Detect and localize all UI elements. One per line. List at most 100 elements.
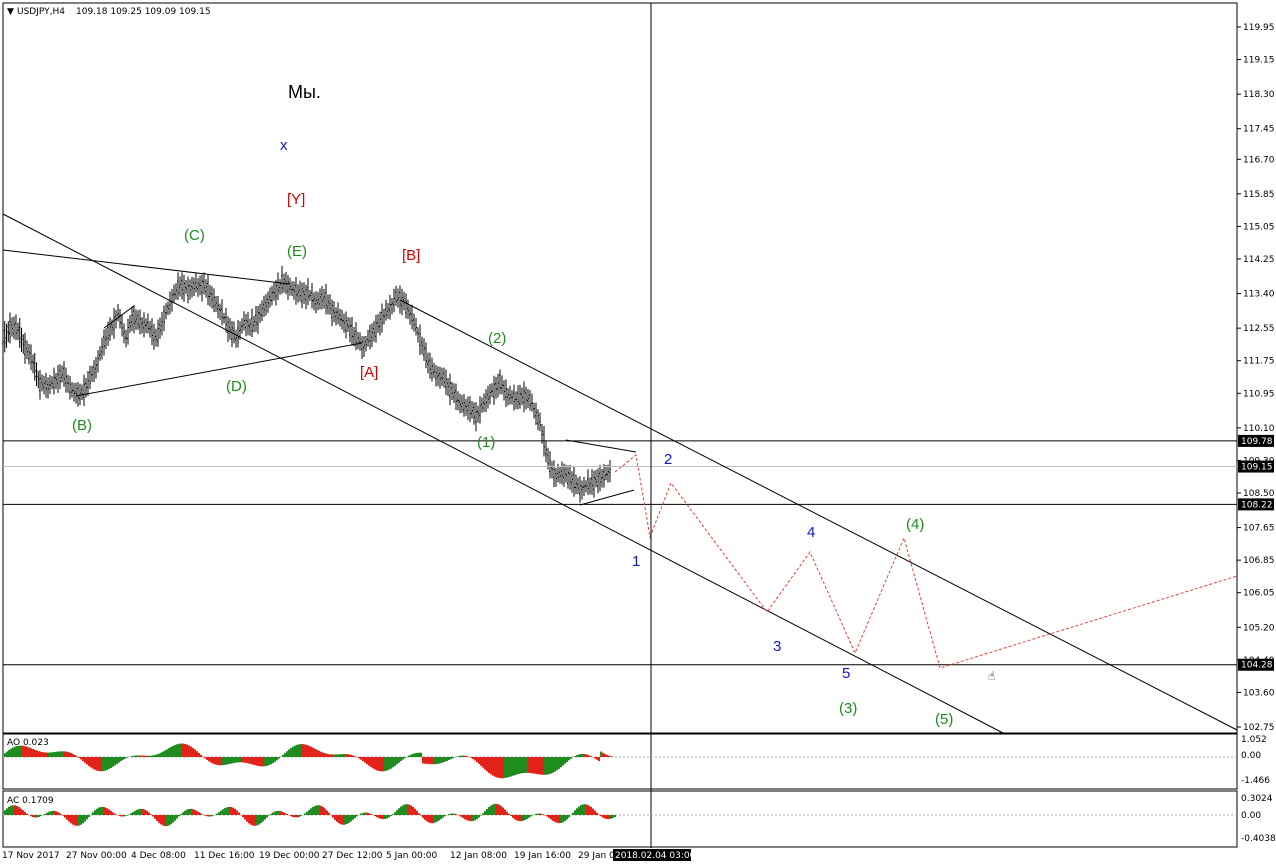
ao-bar — [170, 747, 172, 757]
ao-bar — [180, 743, 182, 757]
ao-bar — [178, 743, 180, 757]
price-tick-label: 113.40 — [1243, 290, 1275, 300]
wave-label: (B) — [72, 417, 92, 434]
ac-bar — [274, 811, 276, 815]
ao-bar — [344, 754, 346, 757]
ac-bar — [266, 815, 268, 818]
ao-bar — [494, 757, 496, 777]
ao-bar — [116, 757, 118, 764]
ac-bar — [172, 815, 174, 823]
ac-bar — [430, 815, 432, 824]
ac-bar — [132, 812, 134, 815]
time-label: 27 Nov 00:00 — [66, 851, 127, 861]
ac-bar — [378, 815, 380, 819]
ao-bar — [552, 757, 554, 773]
ao-bar — [14, 746, 16, 757]
ac-bar — [324, 808, 326, 815]
ao-bar — [510, 757, 512, 777]
ao-bar — [228, 757, 230, 765]
ac-bar — [360, 813, 362, 815]
ao-bar — [176, 744, 178, 757]
ao-bar — [230, 757, 232, 764]
ac-bar — [536, 813, 538, 815]
ac-bar — [564, 815, 566, 822]
ao-bar — [238, 757, 240, 763]
ac-bar — [194, 809, 196, 815]
ao-bar — [478, 757, 480, 764]
ac-bar — [254, 815, 256, 826]
ac-bar — [340, 815, 342, 825]
ao-bar — [594, 757, 596, 759]
ac-bar — [326, 810, 328, 815]
ao-bar — [204, 757, 206, 759]
ao-bar — [476, 757, 478, 763]
ac-bar — [122, 815, 124, 817]
ao-bar — [580, 753, 582, 757]
ac-bar — [408, 804, 410, 815]
ac-bar — [212, 815, 214, 816]
ao-bar — [508, 757, 510, 778]
ac-bar — [606, 815, 608, 820]
ac-bar — [384, 815, 386, 820]
ao-bar — [316, 749, 318, 757]
ao-bar — [302, 744, 304, 757]
ao-bar — [104, 757, 106, 771]
ac-bar — [610, 815, 612, 819]
ao-bar — [430, 757, 432, 765]
ao-bar — [392, 757, 394, 768]
price-chart[interactable]: Мы. x [Y] (C) (E) [B] (2) [A] (D) (B) (1) 2 1 4 (4) 3 5 (… — [0, 0, 1276, 866]
chart-symbol-menu-icon[interactable]: ▼ — [7, 7, 14, 17]
price-tag-label: 109.78 — [1241, 437, 1273, 447]
ac-bar — [426, 815, 428, 822]
ao-bar — [332, 754, 334, 757]
ac-bar — [48, 811, 50, 815]
ac-bar — [192, 809, 194, 815]
ac-bar — [222, 809, 224, 815]
wave-label: x — [280, 137, 288, 154]
ac-bar — [40, 815, 42, 817]
ao-bar — [194, 749, 196, 757]
ao-bar — [482, 757, 484, 768]
ac-bar — [382, 815, 384, 820]
ac-bar — [234, 808, 236, 815]
ac-bar — [46, 812, 48, 815]
ac-bar — [252, 815, 254, 826]
ao-bar — [448, 757, 450, 761]
ac-bar — [182, 812, 184, 815]
ao-bar — [574, 756, 576, 757]
ac-bar — [348, 815, 350, 823]
ac-bar — [300, 815, 302, 817]
ao-bar — [578, 754, 580, 757]
ao-bar — [464, 755, 466, 757]
ac-bar — [4, 810, 6, 815]
ao-bar — [196, 751, 198, 757]
ac-bar — [482, 813, 484, 815]
ao-bar — [526, 757, 528, 773]
ao-bar — [234, 757, 236, 763]
ac-bar — [404, 804, 406, 815]
ac-bar — [188, 808, 190, 815]
ao-bar — [404, 757, 406, 759]
ac-bar — [310, 808, 312, 815]
ac-bar — [170, 815, 172, 825]
ao-bar — [426, 757, 428, 764]
ac-bar — [36, 815, 38, 818]
ac-bar — [472, 815, 474, 822]
ac-bar — [332, 815, 334, 818]
ao-bar — [64, 751, 66, 757]
ac-bar — [508, 813, 510, 815]
wave-label: (3) — [839, 700, 857, 717]
ac-bar — [24, 811, 26, 815]
ac-bar — [492, 804, 494, 815]
ac-bar — [604, 815, 606, 819]
ao-bar — [434, 757, 436, 765]
ao-bar — [398, 757, 400, 763]
ao-bar — [554, 757, 556, 772]
ac-bar — [500, 805, 502, 815]
ac-bar — [506, 811, 508, 815]
ac-bar — [342, 815, 344, 825]
ac-bar — [276, 810, 278, 815]
ao-bar — [110, 757, 112, 769]
ac-bar — [318, 805, 320, 815]
ac-bar — [32, 815, 34, 818]
